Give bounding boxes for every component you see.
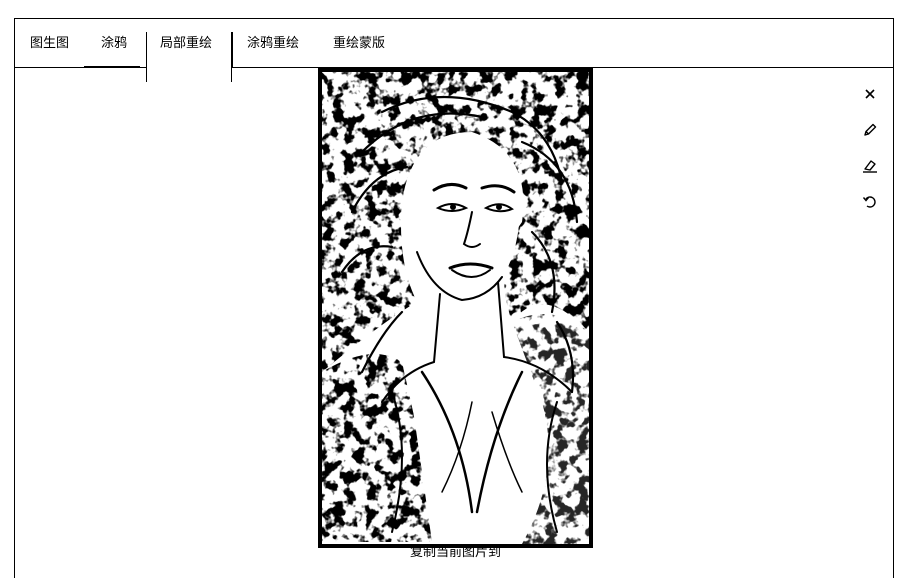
eraser-icon[interactable] [856, 152, 884, 180]
copy-image-caption[interactable]: 复制当前图片到 [318, 546, 593, 560]
tab-inpaint-upload[interactable]: 重绘蒙版 [333, 36, 385, 52]
tab-inpaint[interactable]: 局部重绘 [160, 36, 212, 52]
tab-underline-left [14, 67, 146, 68]
tab-underline-accent [84, 66, 140, 67]
tab-img2img[interactable]: 图生图 [30, 36, 69, 52]
undo-icon[interactable] [856, 188, 884, 216]
close-icon[interactable] [856, 80, 884, 108]
sketch-image [322, 72, 589, 544]
tab-sketch[interactable]: 涂鸦 [101, 36, 127, 52]
tab-bar: 图生图 涂鸦 局部重绘 涂鸦重绘 重绘蒙版 [14, 18, 894, 82]
pencil-icon[interactable] [856, 116, 884, 144]
canvas-toolbar [856, 80, 884, 224]
tab-inpaint-sketch[interactable]: 涂鸦重绘 [247, 36, 299, 52]
inpaint-canvas[interactable] [318, 68, 593, 548]
tab-divider [232, 32, 233, 68]
